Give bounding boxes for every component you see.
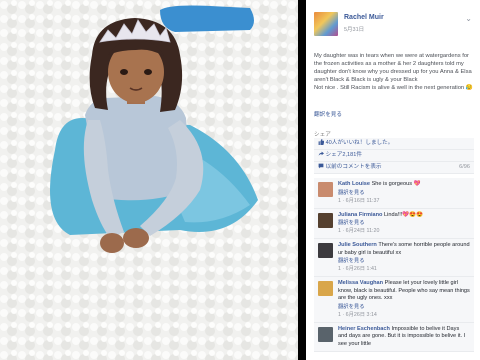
comment-meta: 1 · 6月24日 11:20 [338, 228, 380, 234]
commenter-name[interactable]: Melissa Vaughan [338, 280, 383, 286]
share-icon [318, 151, 324, 156]
poster-name[interactable]: Rachel Muir [344, 14, 384, 21]
comment-text: She is gorgeous 💖 [371, 181, 421, 187]
post-body: My daughter was in tears when we were at… [314, 53, 473, 91]
commenter-name[interactable]: Heiner Eschenbach [338, 326, 390, 332]
girl-photo-illustration [0, 0, 298, 360]
like-thumb-icon [318, 139, 324, 145]
previous-comments-text: 以前のコメントを表示 [325, 164, 382, 170]
likes-count[interactable]: 40人がいいね！しました。 [314, 138, 474, 150]
shares-count[interactable]: シェア2,181件 [314, 150, 474, 162]
previous-comments-link[interactable]: 以前のコメントを表示 6/96 [314, 162, 474, 174]
comment-translate-link[interactable]: 翻訳を見る [338, 189, 470, 197]
commenter-name[interactable]: Julie Southern [338, 242, 377, 248]
comment-translate-link[interactable]: 翻訳を見る [338, 303, 470, 311]
comment-meta: 1 · 6月26日 1:41 [338, 266, 377, 272]
post-header: Rachel Muir 5月31日 ⌄ [314, 12, 474, 42]
comment: Julie Southern There's some horrible peo… [314, 239, 474, 277]
poster-avatar[interactable] [314, 12, 338, 36]
post-panel: Rachel Muir 5月31日 ⌄ My daughter was in t… [306, 0, 480, 360]
likes-text: 40人がいいね！しました。 [325, 140, 394, 146]
post-date[interactable]: 5月31日 [344, 25, 364, 33]
comment-text: Linda!!!💖😍😍 [384, 211, 424, 218]
commenter-avatar[interactable] [318, 243, 333, 258]
comment: Kath Louise She is gorgeous 💖 翻訳を見る 1 · … [314, 178, 474, 209]
chevron-down-icon[interactable]: ⌄ [465, 14, 472, 23]
commenter-name[interactable]: Juliana Firmiano [338, 212, 382, 218]
see-translation-link[interactable]: 翻訳を見る [314, 110, 342, 118]
commenter-avatar[interactable] [318, 281, 333, 296]
comment-count: 6/96 [459, 164, 470, 170]
comment: Juliana Firmiano Linda!!!💖😍😍 翻訳を見る 1 · 6… [314, 208, 474, 239]
shares-text: シェア2,181件 [325, 152, 362, 158]
comment-translate-link[interactable]: 翻訳を見る [338, 219, 470, 227]
post-photo[interactable] [0, 0, 298, 360]
comment-list: Kath Louise She is gorgeous 💖 翻訳を見る 1 · … [314, 178, 474, 352]
share-button[interactable]: シェア [314, 130, 331, 138]
commenter-avatar[interactable] [318, 182, 333, 197]
comment: Melissa Vaughan Please let your lovely l… [314, 277, 474, 323]
comment-meta: 1 · 6月16日 11:37 [338, 197, 380, 204]
comment-meta: 1 · 6月26日 3:14 [338, 311, 377, 318]
comment-translate-link[interactable]: 翻訳を見る [338, 257, 470, 265]
commenter-name[interactable]: Kath Louise [338, 181, 370, 187]
commenter-avatar[interactable] [318, 212, 333, 228]
commenter-avatar[interactable] [318, 326, 333, 342]
comment: Heiner Eschenbach Impossible to belive i… [314, 322, 474, 352]
post-summary: 40人がいいね！しました。 シェア2,181件 以前のコメントを表示 6/96 [314, 138, 474, 174]
comment-icon [318, 163, 324, 169]
